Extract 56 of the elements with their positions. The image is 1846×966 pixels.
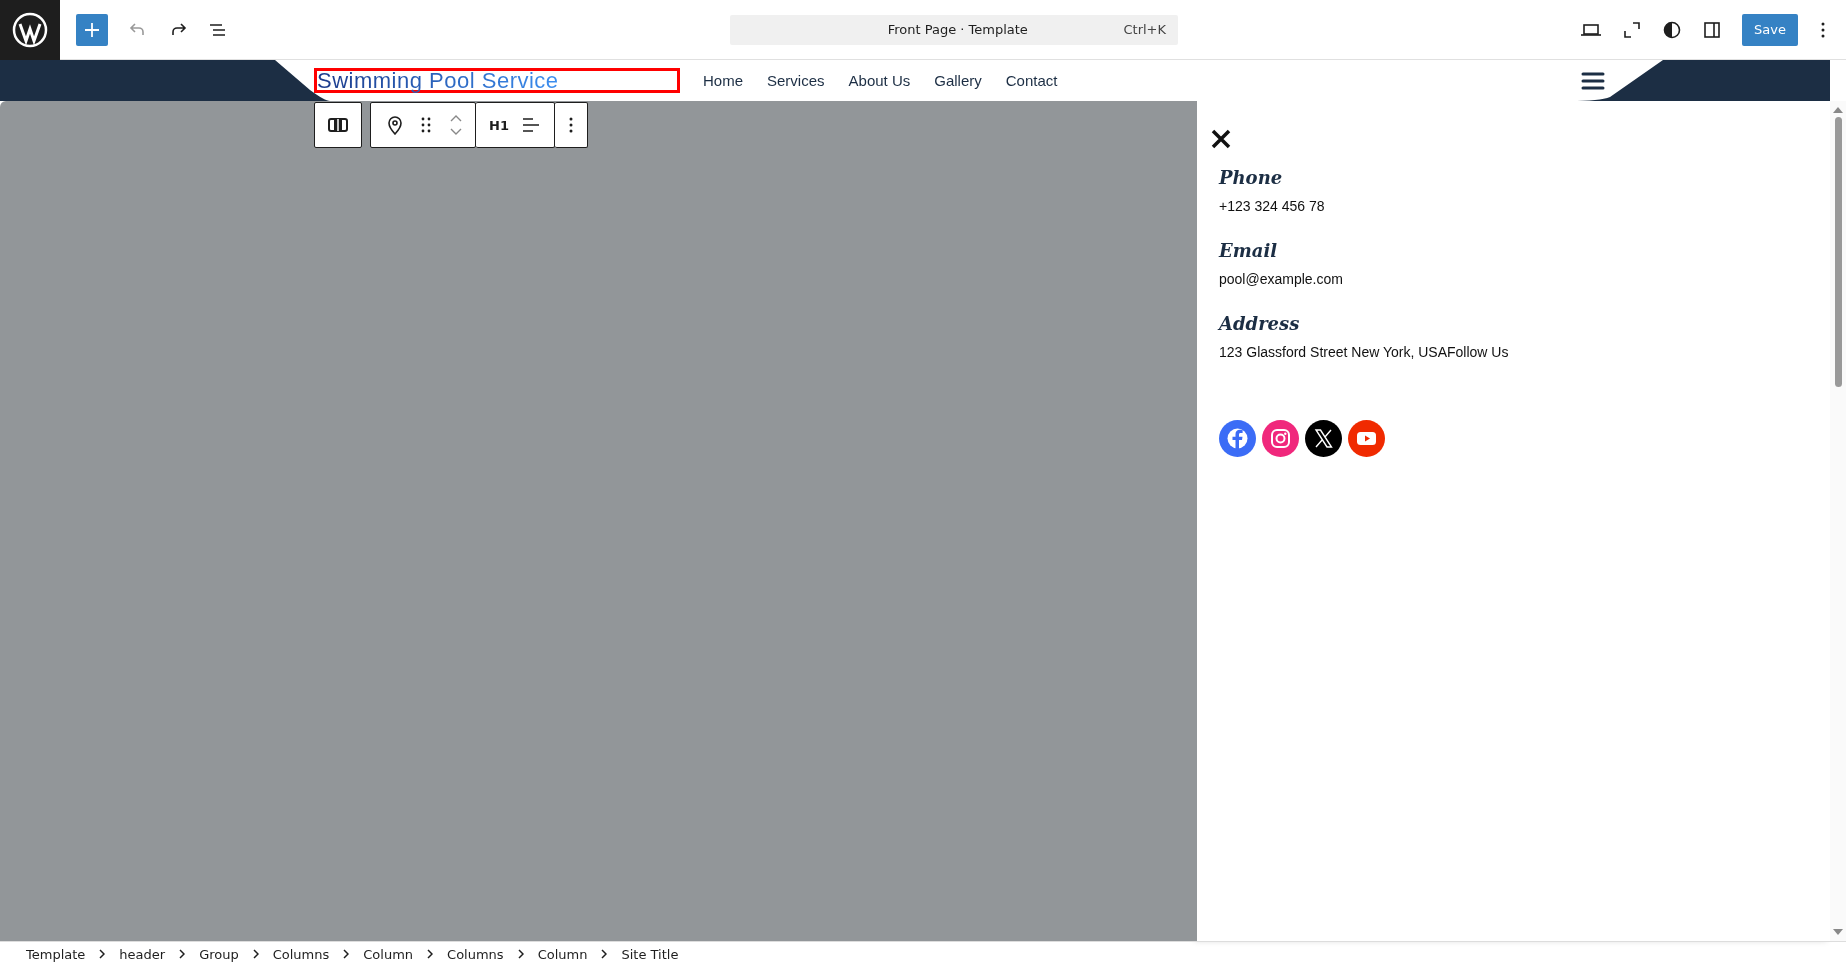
scrollbar-thumb[interactable] [1834,117,1842,387]
camera-icon[interactable] [1262,420,1299,457]
save-button[interactable]: Save [1742,13,1798,46]
heading-level-button[interactable]: H1 [489,117,509,133]
breadcrumb-link[interactable]: Column [363,946,414,962]
chevron-right-icon [343,949,350,959]
align-icon[interactable] [520,117,541,133]
contact-value: 123 Glassford Street New York, USAFollow Us [1219,344,1510,360]
scroll-down-icon[interactable] [1833,929,1843,935]
contact-label: Email [1219,240,1279,261]
contrast-icon[interactable] [1662,19,1683,40]
nav-link[interactable]: Services [767,72,825,89]
f-letter-icon[interactable] [1219,420,1256,457]
drag-handle-icon[interactable] [421,117,431,133]
nav-link[interactable]: About Us [848,72,911,89]
chevron-right-icon [252,949,259,959]
chevron-right-icon [601,949,608,959]
contact-label: Phone [1219,167,1284,188]
chevron-right-icon [99,949,106,959]
nav-link[interactable]: Contact [1005,72,1058,89]
breadcrumb-link[interactable]: Template [26,946,86,962]
chevron-down-icon[interactable] [449,128,463,136]
contact-value: +123 324 456 78 [1219,198,1326,214]
breadcrumb-link[interactable]: Site Title [621,946,679,962]
scrollbar[interactable] [1830,101,1846,941]
x-letter-icon[interactable] [1305,420,1342,457]
document-title: Front Page · Template [886,22,1029,37]
logo-button[interactable] [0,0,60,60]
chevron-up-icon[interactable] [449,114,463,122]
command-bar[interactable]: Front Page · Template Ctrl+K [730,14,1179,45]
sidebar-icon[interactable] [1702,19,1723,40]
close-icon[interactable] [1211,129,1231,149]
add-block-button[interactable] [76,13,108,46]
fullscreen-icon[interactable] [1622,19,1643,40]
breadcrumb-link[interactable]: Column [537,946,588,962]
scroll-up-icon[interactable] [1833,107,1843,113]
contact-value: pool@example.com [1219,271,1344,287]
contact-label: Address [1219,313,1301,334]
nav-link[interactable]: Gallery [934,72,982,89]
breadcrumb-link[interactable]: Columns [272,946,330,962]
breadcrumb-link[interactable]: header [119,946,166,962]
breadcrumb-link[interactable]: Group [199,946,239,962]
chevron-right-icon [179,949,186,959]
play-icon[interactable] [1348,420,1385,457]
more-options-icon[interactable] [567,116,574,134]
plus-icon [84,21,100,38]
site-title[interactable]: Swimming Pool Service [314,68,680,93]
breadcrumb-link[interactable]: Columns [447,946,504,962]
block-type-icon[interactable] [328,118,348,132]
wordpress-logo-icon [12,11,48,48]
menu-icon[interactable] [1581,70,1605,91]
nav-link[interactable]: Home [703,72,743,89]
chevron-right-icon [517,949,524,959]
shortcut-label: Ctrl+K [1123,22,1167,37]
pin-icon[interactable] [387,115,403,135]
chevron-right-icon [427,949,434,959]
